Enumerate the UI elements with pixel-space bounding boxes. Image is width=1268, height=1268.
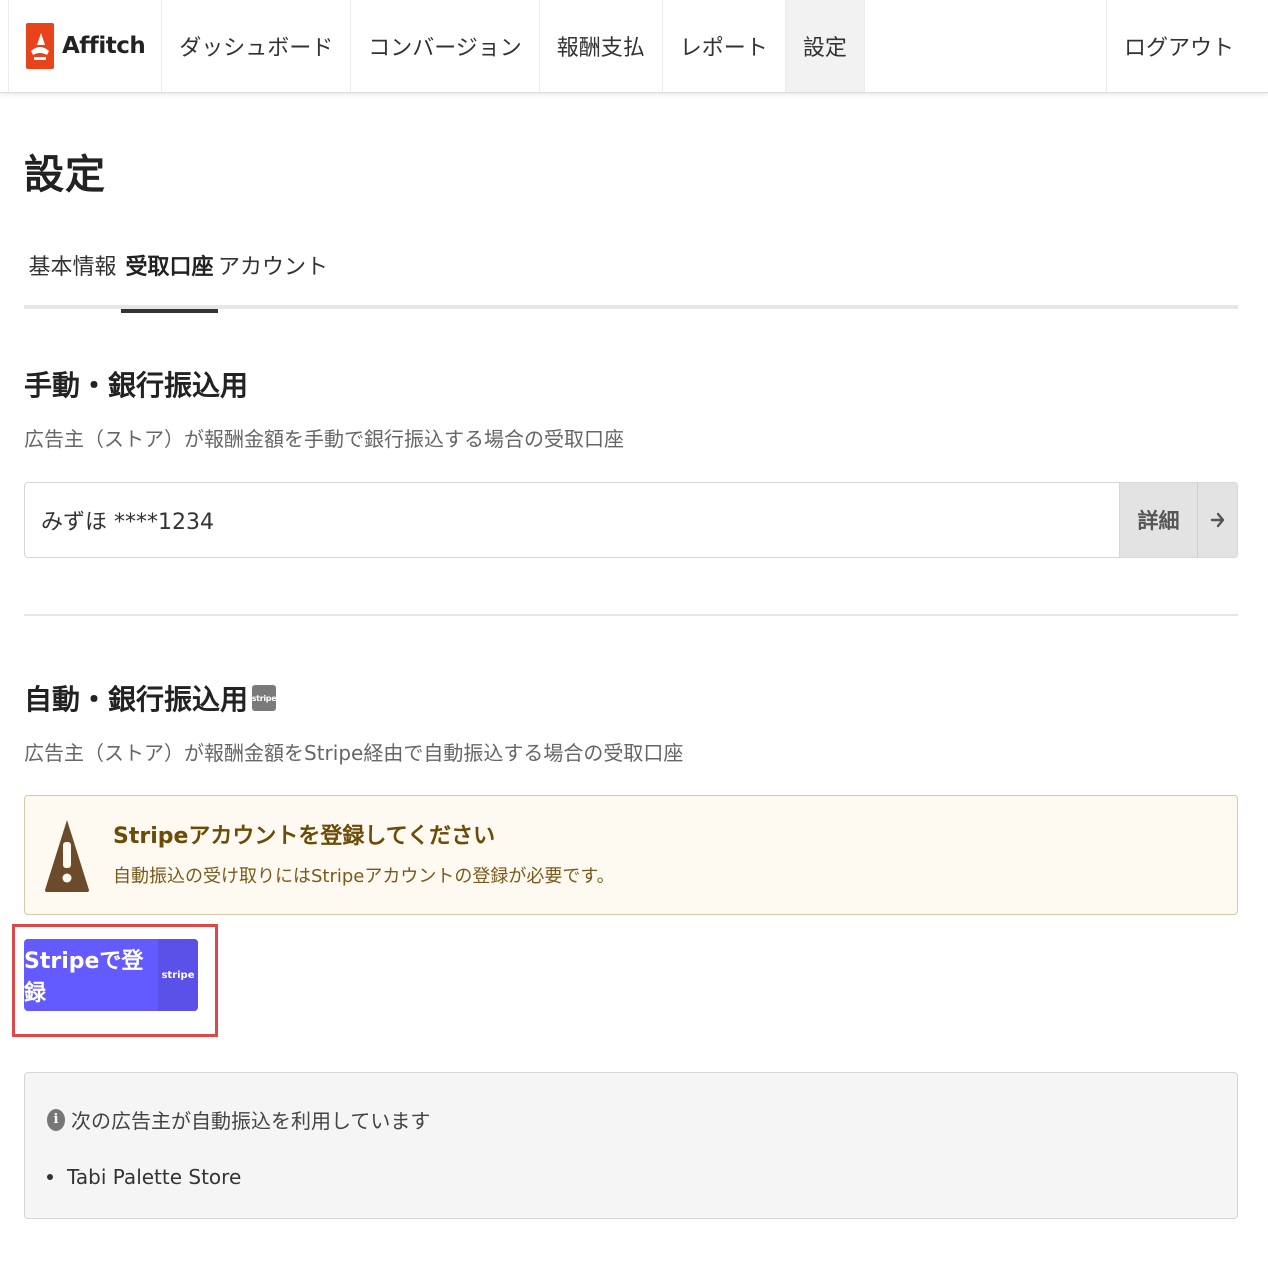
manual-account-field[interactable]: みずほ ****1234 詳細 xyxy=(24,482,1238,558)
brand-name: Affitch xyxy=(62,33,146,59)
stripe-register-label: Stripeで登録 xyxy=(24,949,144,1006)
arrow-right-icon[interactable] xyxy=(1197,483,1237,557)
nav-item-payouts[interactable]: 報酬支払 xyxy=(540,0,663,92)
warning-text: 自動振込の受け取りにはStripeアカウントの登録が必要です。 xyxy=(113,866,615,887)
warning-icon xyxy=(43,818,91,898)
auto-section-description: 広告主（ストア）が報酬金額をStripe経由で自動振込する場合の受取口座 xyxy=(24,741,684,765)
tab-account[interactable]: アカウント xyxy=(218,245,328,309)
account-value: みずほ ****1234 xyxy=(41,510,214,535)
top-navbar: Affitch ダッシュボード コンバージョン 報酬支払 レポート 設定 ログア… xyxy=(0,0,1268,93)
tab-payout-account[interactable]: 受取口座 xyxy=(121,245,218,313)
advertiser-name: Tabi Palette Store xyxy=(67,1165,242,1189)
warning-title: Stripeアカウントを登録してください xyxy=(113,824,496,849)
auto-section-title-text: 自動・銀行振込用 xyxy=(24,683,249,716)
stripe-warning-alert: Stripeアカウントを登録してください 自動振込の受け取りにはStripeアカ… xyxy=(24,795,1238,915)
nav-item-reports[interactable]: レポート xyxy=(663,0,786,92)
stripe-badge-icon: stripe xyxy=(252,685,277,711)
stripe-logo-icon: stripe xyxy=(158,939,198,1011)
nav-item-dashboard[interactable]: ダッシュボード xyxy=(162,0,352,92)
brand-link[interactable]: Affitch xyxy=(8,0,163,92)
brand-logo-icon xyxy=(26,23,54,69)
manual-section-title: 手動・銀行振込用 xyxy=(24,369,249,402)
account-detail-button[interactable]: 詳細 xyxy=(1119,483,1197,557)
info-line: i 次の広告主が自動振込を利用しています xyxy=(47,1105,430,1134)
manual-section-description: 広告主（ストア）が報酬金額を手動で銀行振込する場合の受取口座 xyxy=(24,427,624,451)
advertisers-info-box: i 次の広告主が自動振込を利用しています Tabi Palette Store xyxy=(24,1072,1238,1219)
logout-link[interactable]: ログアウト xyxy=(1105,0,1268,92)
auto-section-title: 自動・銀行振込用 stripe xyxy=(24,678,277,718)
section-divider xyxy=(24,614,1238,616)
info-icon: i xyxy=(47,1108,65,1131)
list-item: Tabi Palette Store xyxy=(47,1165,241,1189)
page-title: 設定 xyxy=(24,152,106,198)
stripe-register-button[interactable]: Stripeで登録 stripe xyxy=(24,939,198,1011)
settings-tabs: 基本情報 受取口座 アカウント xyxy=(24,245,1238,313)
bullet-icon xyxy=(47,1174,53,1180)
info-text: 次の広告主が自動振込を利用しています xyxy=(71,1109,431,1133)
nav-item-conversion[interactable]: コンバージョン xyxy=(351,0,540,92)
tab-basic-info[interactable]: 基本情報 xyxy=(24,245,121,309)
nav-item-settings[interactable]: 設定 xyxy=(785,0,865,92)
